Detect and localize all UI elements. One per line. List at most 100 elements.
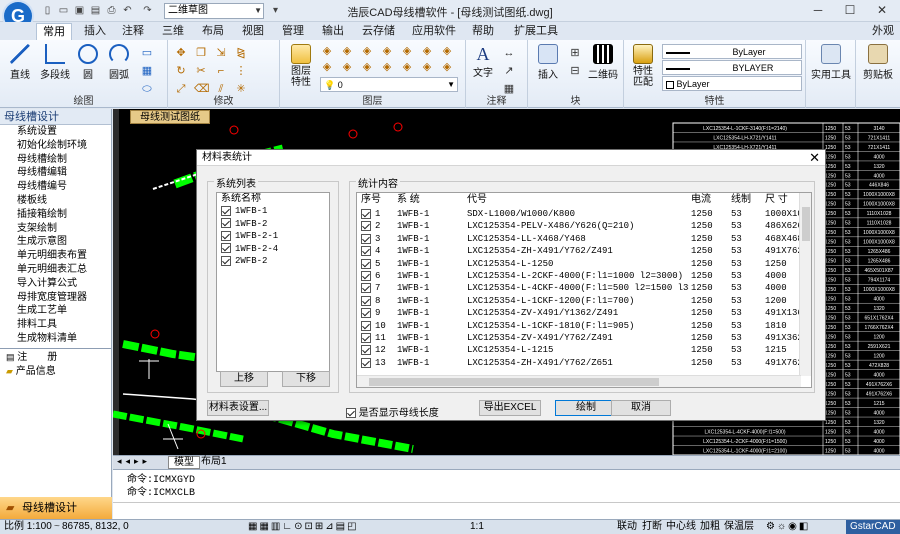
table-row[interactable]: 10 1WFB-1 LXC125354-L-1CKF-1810(F:l1=905) 1… — [357, 320, 801, 332]
status-toggle-linkage[interactable]: 联动 — [617, 520, 637, 534]
table-header[interactable]: 序号 — [361, 193, 395, 207]
table-row[interactable]: 4 1WFB-1 LXC125354-ZH-X491/Y762/Z491 1250 53… — [357, 245, 805, 257]
fillet-icon[interactable]: ⌐ — [214, 64, 228, 78]
panel-menu-item[interactable]: 支架绘制 — [0, 222, 111, 236]
row-checkbox[interactable] — [361, 246, 371, 257]
layer-tool-icon[interactable]: ◈ — [340, 60, 354, 74]
layer-tool-icon[interactable]: ◈ — [360, 60, 374, 74]
command-window[interactable]: 命令:ICMXGYD 命令:ICMXCLB — [113, 469, 900, 519]
row-checkbox[interactable] — [361, 209, 371, 219]
layer-dropdown[interactable]: 💡 0 ▼ — [320, 77, 458, 92]
tab-output[interactable]: 输出 — [316, 23, 350, 40]
table-row[interactable]: 5 1WFB-1 LXC125354-L-1250 1250 53 1250 — [357, 258, 801, 270]
draw-button[interactable]: 绘制 — [555, 400, 617, 416]
status-toggle-centerline[interactable]: 中心线 — [666, 520, 696, 534]
scrollbar-thumb[interactable] — [802, 207, 810, 241]
table-row[interactable]: 11WFB-1SDX-L1000/W1000/K8001250531000X10… — [357, 208, 805, 220]
panel-menu-item[interactable]: 母线槽编号 — [0, 180, 111, 194]
layer-tool-icon[interactable]: ◈ — [420, 60, 434, 74]
tab-view[interactable]: 视图 — [236, 23, 270, 40]
tab-manage[interactable]: 管理 — [276, 23, 310, 40]
dialog-close-icon[interactable]: ✕ — [809, 150, 820, 165]
lineweight-dropdown[interactable]: ByLayer — [662, 76, 802, 91]
drafting-toggles-icon[interactable]: ▦▦▥∟⊙⊡⊞⊿▤◰ — [248, 520, 359, 534]
table-header[interactable]: 代号 — [467, 193, 689, 207]
system-row[interactable]: 1WFB-2-1 — [217, 230, 329, 242]
panel-menu-item[interactable]: 导入计算公式 — [0, 277, 111, 291]
scrollbar-thumb[interactable] — [369, 378, 659, 386]
layer-properties-button[interactable]: 图层特性 — [286, 44, 316, 88]
appearance-menu[interactable]: 外观 — [866, 23, 900, 40]
block-tool-icon[interactable]: ⊞ — [568, 46, 582, 60]
layer-tool-icon[interactable]: ◈ — [380, 44, 394, 58]
table-row[interactable]: 12 1WFB-1 LXC125354-L-1215 1250 53 1215 — [357, 344, 801, 356]
panel-menu-item[interactable]: 排料工具 — [0, 318, 111, 332]
layer-tool-icon[interactable]: ◈ — [440, 60, 454, 74]
qrcode-button[interactable]: 二维码 — [586, 44, 620, 81]
layer-tool-icon[interactable]: ◈ — [400, 60, 414, 74]
layer-tool-icon[interactable]: ◈ — [320, 44, 334, 58]
row-checkbox[interactable] — [361, 283, 371, 294]
system-row[interactable]: 1WFB-2-4 — [217, 243, 329, 255]
system-checkbox[interactable] — [221, 255, 231, 266]
row-checkbox[interactable] — [361, 295, 371, 306]
vertical-scrollbar[interactable] — [799, 193, 811, 376]
row-checkbox[interactable] — [361, 345, 371, 356]
system-listbox[interactable]: 系统名称 1WFB-1 1WFB-2 1WFB-2-1 1WFB-2-4 2WFB-2 — [216, 192, 330, 372]
clipboard-button[interactable]: 剪贴板 — [858, 44, 898, 81]
insert-block-button[interactable]: 插入 — [534, 44, 562, 81]
move-icon[interactable]: ✥ — [174, 46, 188, 60]
material-settings-button[interactable]: 材料表设置... — [207, 400, 269, 416]
line-button[interactable]: 直线 — [6, 44, 34, 81]
horizontal-scrollbar[interactable] — [357, 375, 801, 387]
utility-tools-button[interactable]: 实用工具 — [810, 44, 852, 81]
table-row[interactable]: 2 1WFB-1 LXC125354-PELV-X486/Y626(Q=210) 12… — [357, 220, 803, 232]
layout1-tab[interactable]: 布局1 — [197, 456, 231, 469]
system-row[interactable]: 1WFB-1 — [217, 205, 329, 217]
status-tray-icon[interactable]: ⚙☼◉◧ — [766, 520, 810, 534]
table-row[interactable]: 11 1WFB-1 LXC125354-ZV-X491/Y762/Z491 1250 5… — [357, 332, 805, 344]
product-info-item[interactable]: ▰ 产品信息 — [0, 365, 111, 379]
hatch-icon[interactable]: ▦ — [140, 64, 154, 78]
row-checkbox[interactable] — [361, 357, 371, 368]
move-down-button[interactable]: 下移 — [282, 371, 330, 387]
panel-menu-item[interactable]: 生成物料清单 — [0, 332, 111, 346]
system-checkbox[interactable] — [221, 243, 231, 254]
table-row[interactable]: 3 1WFB-1 LXC125354-LL-X468/Y468 1250 53 468X4… — [357, 233, 803, 245]
show-length-checkbox[interactable] — [346, 408, 356, 419]
layer-tool-icon[interactable]: ◈ — [360, 44, 374, 58]
tab-nav-arrows-icon[interactable]: ◂◂▸▸ — [117, 456, 151, 467]
maximize-button[interactable]: ☐ — [838, 2, 862, 18]
layer-tool-icon[interactable]: ◈ — [380, 60, 394, 74]
system-row[interactable]: 2WFB-2 — [217, 255, 329, 267]
table-header[interactable]: 线制 — [731, 193, 763, 207]
system-checkbox[interactable] — [221, 230, 231, 241]
mirror-icon[interactable]: ⧎ — [234, 46, 248, 60]
rotate-icon[interactable]: ↻ — [174, 64, 188, 78]
stretch-icon[interactable]: ⇲ — [214, 46, 228, 60]
layer-tool-icon[interactable]: ◈ — [320, 60, 334, 74]
layer-tool-icon[interactable]: ◈ — [340, 44, 354, 58]
match-properties-button[interactable]: 特性匹配 — [628, 44, 658, 88]
rectangle-icon[interactable]: ▭ — [140, 46, 154, 60]
table-row[interactable]: 6 1WFB-1 LXC125354-L-2CKF-4000(F:l1=1000 l… — [357, 270, 801, 282]
layer-tool-icon[interactable]: ◈ — [440, 44, 454, 58]
panel-menu-item[interactable]: 母排宽度管理器 — [0, 291, 111, 305]
tab-help[interactable]: 帮助 — [466, 23, 500, 40]
block-tool-icon[interactable]: ⊟ — [568, 64, 582, 78]
circle-button[interactable]: 圆 — [76, 44, 100, 81]
trim-icon[interactable]: ✂ — [194, 64, 208, 78]
minimize-button[interactable]: ─ — [806, 2, 830, 18]
tab-extensions[interactable]: 扩展工具 — [508, 23, 564, 40]
panel-menu-item[interactable]: 单元明细表汇总 — [0, 263, 111, 277]
text-button[interactable]: A 文字 — [470, 44, 496, 79]
panel-menu-item[interactable]: 系统设置 — [0, 125, 111, 139]
panel-menu-item[interactable]: 初始化绘制环境 — [0, 139, 111, 153]
arc-button[interactable]: 圆弧 — [106, 44, 132, 81]
row-checkbox[interactable] — [361, 221, 371, 232]
table-header[interactable]: 系 统 — [397, 193, 465, 207]
busbar-design-tab[interactable]: ▰ 母线槽设计 — [0, 497, 112, 519]
layer-tool-icon[interactable]: ◈ — [420, 44, 434, 58]
system-checkbox[interactable] — [221, 218, 231, 229]
table-row[interactable]: 9 1WFB-1 LXC125354-ZV-X491/Y1362/Z491 1250 5… — [357, 307, 805, 319]
